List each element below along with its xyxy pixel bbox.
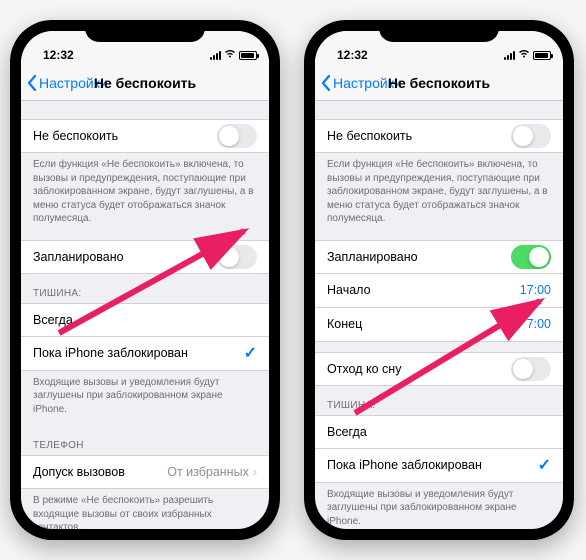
row-allow-calls[interactable]: Допуск вызовов От избранных › [21,455,269,489]
row-end[interactable]: Конец 7:00 [315,308,563,342]
signal-icon [504,51,515,60]
row-dnd[interactable]: Не беспокоить [21,119,269,153]
row-scheduled[interactable]: Запланировано [21,240,269,274]
always-label: Всегда [327,425,551,439]
scheduled-label: Запланировано [327,250,511,264]
phone-left: 12:32 Настройки Не беспокоить Не беспоко… [10,20,280,540]
scheduled-label: Запланировано [33,250,217,264]
screen: 12:32 Настройки Не беспокоить Не беспоко… [315,31,563,529]
dnd-toggle[interactable] [511,124,551,148]
dnd-toggle[interactable] [217,124,257,148]
status-time: 12:32 [337,48,368,62]
bedtime-toggle[interactable] [511,357,551,381]
nav-bar: Настройки Не беспокоить [21,65,269,101]
row-dnd[interactable]: Не беспокоить [315,119,563,153]
nav-title: Не беспокоить [94,75,196,91]
nav-title: Не беспокоить [388,75,490,91]
content: Не беспокоить Если функция «Не беспокоит… [21,101,269,529]
dnd-footer: Если функция «Не беспокоить» включена, т… [21,153,269,236]
nav-bar: Настройки Не беспокоить [315,65,563,101]
notch [379,20,499,42]
bedtime-label: Отход ко сну [327,362,511,376]
phone-right: 12:32 Настройки Не беспокоить Не беспоко… [304,20,574,540]
dnd-label: Не беспокоить [327,129,511,143]
battery-icon [533,51,551,60]
silence-header: ТИШИНА: [21,274,269,303]
allow-calls-value: От избранных [167,465,249,479]
battery-icon [239,51,257,60]
signal-icon [210,51,221,60]
check-icon: ✓ [538,455,551,475]
phone-header: ТЕЛЕФОН [21,426,269,455]
row-always[interactable]: Всегда [21,303,269,337]
chevron-right-icon: › [253,465,257,479]
row-while-locked[interactable]: Пока iPhone заблокирован ✓ [21,337,269,371]
status-time: 12:32 [43,48,74,62]
check-icon: ✓ [244,343,257,363]
while-locked-label: Пока iPhone заблокирован [327,458,538,472]
dnd-footer: Если функция «Не беспокоить» включена, т… [315,153,563,236]
scheduled-toggle[interactable] [217,245,257,269]
always-label: Всегда [33,313,257,327]
wifi-icon [224,49,236,61]
silence-footer: Входящие вызовы и уведомления будут загл… [21,371,269,427]
dnd-label: Не беспокоить [33,129,217,143]
allow-calls-label: Допуск вызовов [33,465,167,479]
silence-footer: Входящие вызовы и уведомления будут загл… [315,483,563,530]
status-right [210,49,257,61]
row-while-locked[interactable]: Пока iPhone заблокирован ✓ [315,449,563,483]
allow-footer: В режиме «Не беспокоить» разрешить входя… [21,489,269,529]
row-always[interactable]: Всегда [315,415,563,449]
row-bedtime[interactable]: Отход ко сну [315,352,563,386]
screen: 12:32 Настройки Не беспокоить Не беспоко… [21,31,269,529]
content: Не беспокоить Если функция «Не беспокоит… [315,101,563,529]
scheduled-toggle[interactable] [511,245,551,269]
status-right [504,49,551,61]
end-label: Конец [327,317,527,331]
silence-header: ТИШИНА: [315,386,563,415]
wifi-icon [518,49,530,61]
start-label: Начало [327,283,520,297]
notch [85,20,205,42]
start-value: 17:00 [520,283,551,297]
row-start[interactable]: Начало 17:00 [315,274,563,308]
while-locked-label: Пока iPhone заблокирован [33,346,244,360]
row-scheduled[interactable]: Запланировано [315,240,563,274]
end-value: 7:00 [527,317,551,331]
